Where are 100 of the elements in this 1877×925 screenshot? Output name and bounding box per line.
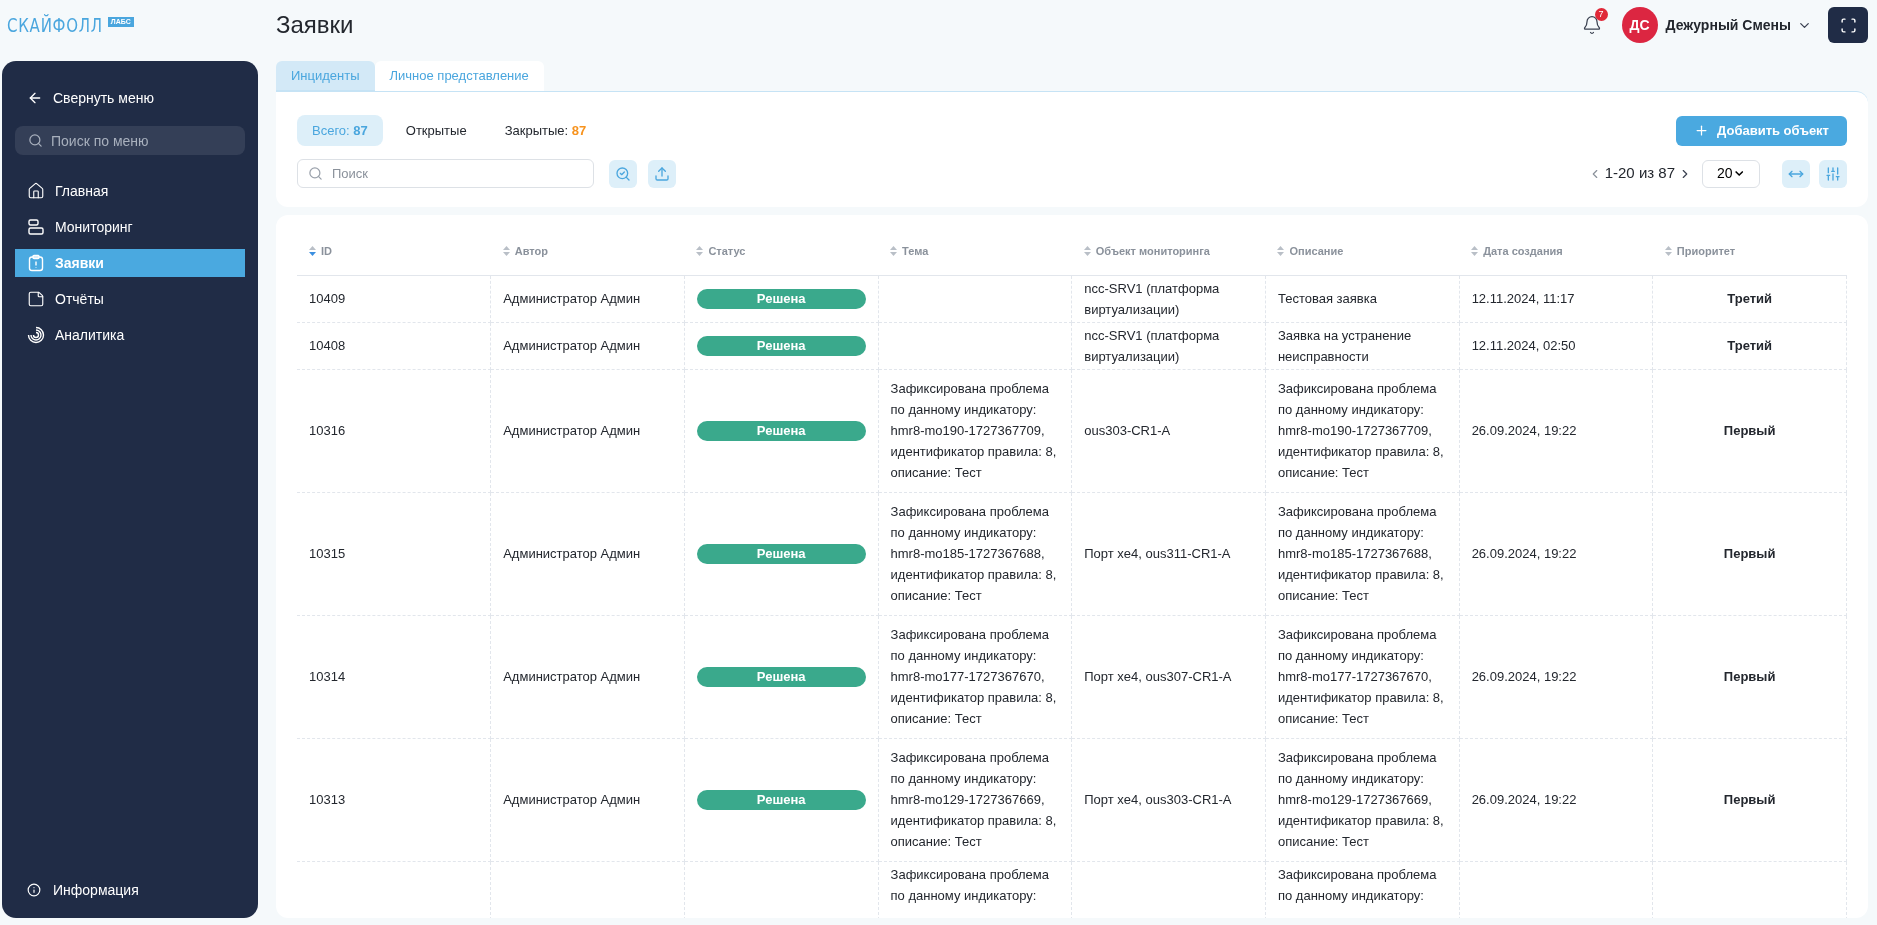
column-header[interactable]: Статус	[684, 229, 879, 275]
object-cell: ncc-SRV1 (платформа виртуализации)	[1071, 322, 1266, 369]
date-cell: 26.09.2024, 19:22	[1459, 492, 1653, 615]
menu-search-field[interactable]: Поиск по меню	[15, 126, 245, 155]
priority-cell: Первый	[1652, 492, 1847, 615]
user-name[interactable]: Дежурный Смены	[1665, 14, 1791, 36]
object-cell: Порт xe4, ous311-CR1-A	[1071, 492, 1266, 615]
plus-icon	[1694, 123, 1710, 138]
sidebar-item[interactable]: Отчёты	[15, 285, 245, 313]
logo-wordmark: СКАЙФОЛЛ	[7, 14, 103, 36]
search-settings-button[interactable]	[609, 159, 637, 188]
sort-arrows-icon	[1083, 246, 1091, 257]
pagination-range: 1-20 из 87	[1604, 163, 1675, 184]
id-cell: 10409	[297, 275, 491, 322]
search-field[interactable]: Поиск	[297, 159, 594, 188]
sidebar-item[interactable]: Мониторинг	[15, 213, 245, 241]
clipboard-alert-icon	[27, 254, 45, 272]
notification-count: 7	[1594, 8, 1608, 21]
info-menu-item[interactable]: Информация	[2, 878, 258, 902]
description-cell: Зафиксирована проблема по данному индикатору: hmr8-mo177-1727367670, идентификатор правила: 8, описание: Тест	[1265, 615, 1460, 738]
filter-chip[interactable]: Закрытые: 87	[489, 115, 602, 146]
sidebar-item[interactable]: Аналитика	[15, 321, 245, 349]
description-cell: Зафиксирована проблема по данному индикатору: hmr8-mo129-1727367669, идентификатор правила: 8, описание: Тест	[1265, 738, 1460, 861]
sort-arrows-icon	[309, 246, 316, 257]
author-cell: Администратор Админ	[490, 738, 685, 861]
sort-arrows-icon	[890, 246, 898, 257]
object-cell: Порт xe4, ous307-CR1-A	[1071, 615, 1266, 738]
date-cell: 26.09.2024, 19:22	[1459, 615, 1653, 738]
date-cell: 12.11.2024, 11:17	[1459, 275, 1653, 322]
object-cell: ous303-CR1-A	[1071, 369, 1266, 492]
sliders-icon	[1825, 165, 1841, 182]
status-badge: Решена	[696, 335, 866, 356]
priority-cell: Первый	[1652, 369, 1847, 492]
tab[interactable]: Инциденты	[276, 61, 375, 91]
fullscreen-button[interactable]	[1828, 7, 1868, 43]
column-header[interactable]: Описание	[1265, 229, 1460, 275]
sort-arrows-icon	[1277, 246, 1285, 257]
object-cell: Порт xe4, ous303-CR1-A	[1071, 738, 1266, 861]
column-header[interactable]: Тема	[878, 229, 1072, 275]
author-cell: Администратор Админ	[490, 322, 685, 369]
id-cell: 10315	[297, 492, 491, 615]
id-cell: 10408	[297, 322, 491, 369]
topic-cell: Зафиксирована проблема по данному индикатору: hmr8-mo185-1727367688, идентификатор правила: 8, описание: Тест	[878, 492, 1072, 615]
upload-icon	[654, 165, 670, 182]
note-icon	[27, 290, 45, 308]
column-header[interactable]: Приоритет	[1652, 229, 1847, 275]
topic-cell: Зафиксирована проблема по данному индикатору:	[878, 861, 1072, 918]
column-header[interactable]: Дата создания	[1459, 229, 1653, 275]
author-cell: Администратор Админ	[490, 615, 685, 738]
spiral-icon	[27, 326, 45, 344]
author-cell: Администратор Админ	[490, 492, 685, 615]
description-cell: Тестовая заявка	[1265, 275, 1460, 322]
object-cell: ncc-SRV1 (платформа виртуализации)	[1071, 275, 1266, 322]
id-cell: 10313	[297, 738, 491, 861]
priority-cell: Третий	[1652, 275, 1847, 322]
column-header[interactable]: Объект мониторинга	[1071, 229, 1266, 275]
sidebar-item[interactable]: Главная	[15, 177, 245, 205]
info-icon	[27, 883, 41, 897]
date-cell: 26.09.2024, 19:22	[1459, 738, 1653, 861]
sort-arrows-icon	[1471, 246, 1479, 257]
status-badge: Решена	[696, 666, 866, 687]
tab[interactable]: Личное представление	[374, 61, 544, 91]
status-badge: Решена	[696, 420, 866, 441]
filter-chip[interactable]: Открытые	[390, 115, 482, 146]
topic-cell: Зафиксирована проблема по данному индикатору: hmr8-mo129-1727367669, идентификатор правила: 8, описание: Тест	[878, 738, 1072, 861]
export-button[interactable]	[648, 159, 676, 188]
user-avatar[interactable]: ДС	[1621, 7, 1658, 43]
stacked-blocks-icon	[27, 218, 45, 236]
column-header[interactable]: ID	[297, 229, 491, 275]
home-icon	[27, 182, 45, 200]
priority-cell: Третий	[1652, 322, 1847, 369]
author-cell: Администратор Админ	[490, 275, 685, 322]
search-icon	[28, 133, 43, 148]
topic-cell: Зафиксирована проблема по данному индикатору: hmr8-mo177-1727367670, идентификатор правила: 8, описание: Тест	[878, 615, 1072, 738]
add-object-button[interactable]: Добавить объект	[1676, 115, 1847, 146]
column-settings-button[interactable]	[1819, 159, 1847, 188]
column-header[interactable]: Автор	[490, 229, 685, 275]
description-cell: Заявка на устранение неисправности	[1265, 322, 1460, 369]
collapse-menu-button[interactable]: Свернуть меню	[2, 84, 258, 112]
sort-arrows-icon	[1664, 246, 1672, 257]
author-cell: Администратор Админ	[490, 369, 685, 492]
fit-columns-button[interactable]	[1782, 159, 1810, 188]
priority-cell: Первый	[1652, 738, 1847, 861]
search-icon	[308, 166, 323, 181]
status-badge: Решена	[696, 288, 866, 309]
page-size-select[interactable]: 20	[1702, 159, 1760, 188]
sidebar-item[interactable]: Заявки	[15, 249, 245, 277]
filter-chip[interactable]: Всего: 87	[297, 115, 383, 146]
id-cell: 10316	[297, 369, 491, 492]
topic-cell: Зафиксирована проблема по данному индикатору: hmr8-mo190-1727367709, идентификатор правила: 8, описание: Тест	[878, 369, 1072, 492]
date-cell: 26.09.2024, 19:22	[1459, 369, 1653, 492]
description-cell: Зафиксирована проблема по данному индикатору:	[1265, 861, 1460, 918]
fullscreen-icon	[1839, 16, 1857, 34]
description-cell: Зафиксирована проблема по данному индикатору: hmr8-mo185-1727367688, идентификатор правила: 8, описание: Тест	[1265, 492, 1460, 615]
id-cell: 10314	[297, 615, 491, 738]
sort-arrows-icon	[696, 246, 704, 257]
bell-icon	[1581, 15, 1602, 35]
priority-cell: Первый	[1652, 615, 1847, 738]
sort-arrows-icon	[502, 246, 510, 257]
date-cell: 12.11.2024, 02:50	[1459, 322, 1653, 369]
